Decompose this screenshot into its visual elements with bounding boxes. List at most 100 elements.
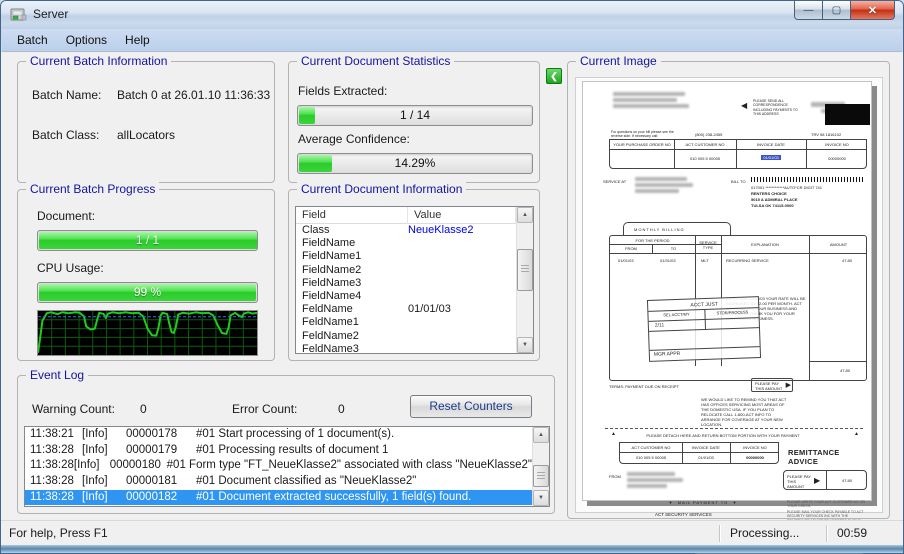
error-count-label: Error Count: <box>232 402 298 416</box>
field-value-cell <box>408 237 516 250</box>
remit-v3: 00000000 <box>746 455 764 460</box>
scroll-up-icon[interactable]: ▲ <box>517 207 533 223</box>
minimize-button[interactable]: — <box>794 1 823 20</box>
field-column-header[interactable]: Field <box>296 207 408 224</box>
log-message: #01 Document classified as "NeueKlasse2" <box>196 475 417 488</box>
field-table-scroll-thumb[interactable] <box>517 249 533 291</box>
field-value-table[interactable]: Field Value Class NeueKlasse2 FieldName Fie… <box>295 206 534 354</box>
field-table-header: Field Value <box>296 207 516 224</box>
sender-redacted-line <box>613 92 685 96</box>
table-row[interactable]: FieldName4 <box>296 290 516 303</box>
collapse-image-panel-button[interactable]: ❮ <box>546 68 562 84</box>
screen: Server — ▢ ✕ Batch Options Help Current … <box>0 0 904 554</box>
ocr-line: 017001 ************AUTO*CR DIGIT 741 <box>751 185 823 190</box>
field-value-cell: 01/01/03 <box>408 303 451 316</box>
current-document-statistics-title: Current Document Statistics <box>297 54 455 68</box>
black-block <box>825 104 870 125</box>
po-header: YOUR PURCHASE ORDER NO <box>613 142 671 147</box>
table-row[interactable]: FeldName2 <box>296 330 516 343</box>
stamp-signature: 2/11 <box>654 322 665 329</box>
invoice-no-value: 00000000 <box>828 156 846 161</box>
table-row[interactable]: FieldName1 <box>296 250 516 263</box>
mail-addr-1: ACT SECURITY SERVICES <box>655 512 712 517</box>
field-value-cell <box>408 330 516 343</box>
current-batch-information-title: Current Batch Information <box>26 54 172 68</box>
event-log-entry[interactable]: 11:38:21 [Info] 00000178 #01 Start processi… <box>25 427 532 443</box>
remit-pay-amount: 47.80 <box>841 478 852 483</box>
table-row[interactable]: FeldName1 <box>296 316 516 329</box>
table-row[interactable]: FieldName <box>296 237 516 250</box>
document-image-viewer: ◀ PLEASE SEND ALL CORRESPONDENCE INCLUDI… <box>575 77 883 553</box>
current-batch-information-group: Current Batch Information Batch Name: Ba… <box>17 54 275 183</box>
cpu-usage-progressbar: 99 % <box>37 282 258 303</box>
current-document-information-title: Current Document Information <box>297 182 467 196</box>
server-window: Server — ▢ ✕ Batch Options Help Current … <box>0 0 904 554</box>
table-row[interactable]: FieldName3 <box>296 277 516 290</box>
field-table-scrollbar[interactable]: ▲ ▼ <box>516 207 533 353</box>
current-document-information-group: Current Document Information Field Value… <box>288 182 540 361</box>
monthly-billing-tab: MONTHLY BILLING <box>623 222 731 235</box>
right-triangle-icon: ▶ <box>785 382 791 389</box>
scroll-down-icon[interactable]: ▼ <box>533 490 549 506</box>
event-log-entry[interactable]: 11:38:28 [Info] 00000181 #01 Document class… <box>25 474 532 490</box>
scroll-down-icon[interactable]: ▼ <box>517 337 533 353</box>
scanned-document-page: ◀ PLEASE SEND ALL CORRESPONDENCE INCLUDI… <box>582 81 872 553</box>
batch-class-label: Batch Class: <box>32 128 100 142</box>
explanation-header: EXPLANATION <box>751 242 779 247</box>
table-line <box>610 149 866 150</box>
current-document-statistics-group: Current Document Statistics Fields Extra… <box>288 54 540 183</box>
bill-line-3: TULSA OK 74115-0000 <box>751 203 794 208</box>
menu-options[interactable]: Options <box>57 30 116 50</box>
up-triangle-mark: ▲ <box>854 431 859 437</box>
pay-this-label: PLEASE PAY THIS AMOUNT <box>755 381 783 391</box>
row-to: 01/31/03 <box>660 258 676 263</box>
field-name-cell: FeldName3 <box>302 342 359 353</box>
field-table-body: Class NeueKlasse2 FieldName FieldName1 Field… <box>296 224 516 353</box>
client-area: Current Batch Information Batch Name: Ba… <box>1 52 903 553</box>
table-row[interactable]: FeldName3 <box>296 343 516 353</box>
monthly-billing-label: MONTHLY BILLING <box>634 227 685 232</box>
event-log-scroll-thumb[interactable] <box>533 465 549 487</box>
warning-count-label: Warning Count: <box>32 402 115 416</box>
remit-table: ACT CUSTOMER NO INVOICE DATE INVOICE NO … <box>619 442 779 464</box>
maximize-button[interactable]: ▢ <box>822 1 851 20</box>
menu-help[interactable]: Help <box>116 30 159 50</box>
up-triangle-mark: ▲ <box>611 431 616 437</box>
maximize-icon: ▢ <box>831 4 842 16</box>
field-value-cell <box>408 316 516 329</box>
value-column-header[interactable]: Value <box>408 207 516 224</box>
error-count-value: 0 <box>338 402 345 416</box>
field-name-cell: FeldName2 <box>302 329 359 342</box>
log-ll: [Info] <box>82 428 108 440</box>
table-row[interactable]: FeldName 01/01/03 <box>296 303 516 316</box>
customer-no-value: 010 005 5 00005 <box>689 156 721 161</box>
field-name-cell: FieldName4 <box>302 289 362 302</box>
field-value-cell <box>408 264 516 277</box>
terms-text: TERMS: PAYMENT DUE ON RECEIPT <box>609 384 680 389</box>
average-confidence-text: 14.29% <box>394 156 436 170</box>
event-log-list[interactable]: 11:38:21 [Info] 00000178 #01 Start processi… <box>24 426 550 507</box>
from-header: FROM <box>625 246 637 251</box>
log-lid: 00000180 <box>109 459 161 472</box>
to-header: TO <box>670 246 677 251</box>
row-amount: 47.80 <box>842 258 853 263</box>
send-note-text: PLEASE SEND ALL CORRESPONDENCE INCLUDING… <box>753 99 798 117</box>
event-log-entry[interactable]: 11:38:28 [Info] 00000179 #01 Processing res… <box>25 443 532 459</box>
table-row[interactable]: Class NeueKlasse2 <box>296 224 516 237</box>
event-log-entry[interactable]: 11:38:28 [Info] 00000180 #01 Form type "FT_… <box>25 458 532 474</box>
log-lid: 00000181 <box>126 475 178 488</box>
event-log-scrollbar[interactable]: ▲ ▼ <box>532 427 549 506</box>
log-lt: 11:38:28 <box>30 443 74 456</box>
table-row[interactable]: FieldName2 <box>296 264 516 277</box>
batch-class-value: allLocators <box>117 128 176 142</box>
reset-counters-button[interactable]: Reset Counters <box>410 395 532 418</box>
close-button[interactable]: ✕ <box>850 1 895 20</box>
title-bar[interactable]: Server — ▢ ✕ <box>1 1 903 29</box>
current-batch-progress-title: Current Batch Progress <box>26 182 160 196</box>
scroll-up-icon[interactable]: ▲ <box>533 427 549 443</box>
invoice-date-header: INVOICE DATE <box>757 142 785 147</box>
collapse-left-icon: ❮ <box>550 71 558 81</box>
from-addr-redacted <box>627 484 667 488</box>
menu-batch[interactable]: Batch <box>8 30 57 50</box>
event-log-entry[interactable]: 11:38:28 [Info] 00000182 #01 Document extra… <box>25 489 532 506</box>
